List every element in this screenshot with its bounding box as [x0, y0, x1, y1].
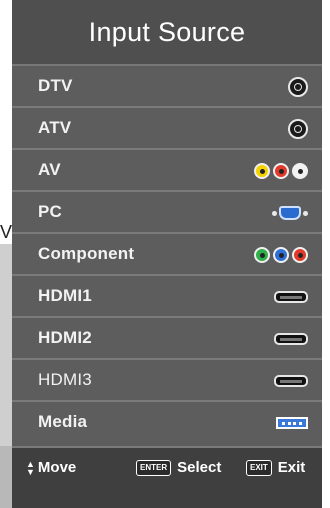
source-item-component[interactable]: Component [12, 232, 322, 274]
up-down-arrows-icon: ▲ ▼ [26, 459, 35, 477]
footer-hints: ▲ ▼ Move ENTER Select EXIT Exit [12, 446, 322, 508]
source-item-media[interactable]: Media [12, 400, 322, 442]
input-source-menu: Input Source DTV ATV AV PC Component HDM… [12, 0, 322, 508]
source-label: HDMI1 [38, 286, 92, 305]
source-item-dtv[interactable]: DTV [12, 64, 322, 106]
source-item-hdmi1[interactable]: HDMI1 [12, 274, 322, 316]
coax-antenna-icon [288, 118, 308, 140]
vga-icon [272, 202, 309, 224]
usb-icon [276, 412, 308, 434]
coax-antenna-icon [288, 76, 308, 98]
source-label: Media [38, 412, 88, 431]
left-edge-text: V [0, 222, 13, 242]
hint-move: ▲ ▼ Move [26, 448, 76, 488]
hint-move-label: Move [37, 459, 77, 476]
exit-key-icon: EXIT [246, 460, 272, 476]
source-list: DTV ATV AV PC Component HDMI1 HDMI2 HDMI… [12, 64, 322, 442]
menu-title: Input Source [12, 0, 322, 64]
source-item-av[interactable]: AV [12, 148, 322, 190]
source-label: Component [38, 244, 135, 263]
source-label: HDMI2 [38, 328, 92, 347]
source-label: DTV [38, 76, 73, 95]
hint-select-label: Select [177, 459, 222, 476]
source-label: ATV [38, 118, 72, 137]
hdmi-icon [274, 328, 308, 350]
source-label: PC [38, 202, 63, 221]
source-label: AV [38, 160, 61, 179]
left-background-bottom [0, 446, 12, 508]
enter-key-icon: ENTER [136, 460, 172, 476]
hdmi-icon [274, 286, 308, 308]
source-label: HDMI3 [38, 370, 92, 389]
hint-exit: EXIT Exit [246, 448, 305, 488]
source-item-hdmi2[interactable]: HDMI2 [12, 316, 322, 358]
component-rca-icon [251, 244, 308, 266]
source-item-hdmi3[interactable]: HDMI3 [12, 358, 322, 400]
composite-rca-icon [251, 160, 308, 182]
hdmi-icon [274, 370, 308, 392]
hint-exit-label: Exit [277, 459, 306, 476]
left-background [0, 0, 12, 236]
source-item-pc[interactable]: PC [12, 190, 322, 232]
source-item-atv[interactable]: ATV [12, 106, 322, 148]
hint-select: ENTER Select [136, 448, 221, 488]
